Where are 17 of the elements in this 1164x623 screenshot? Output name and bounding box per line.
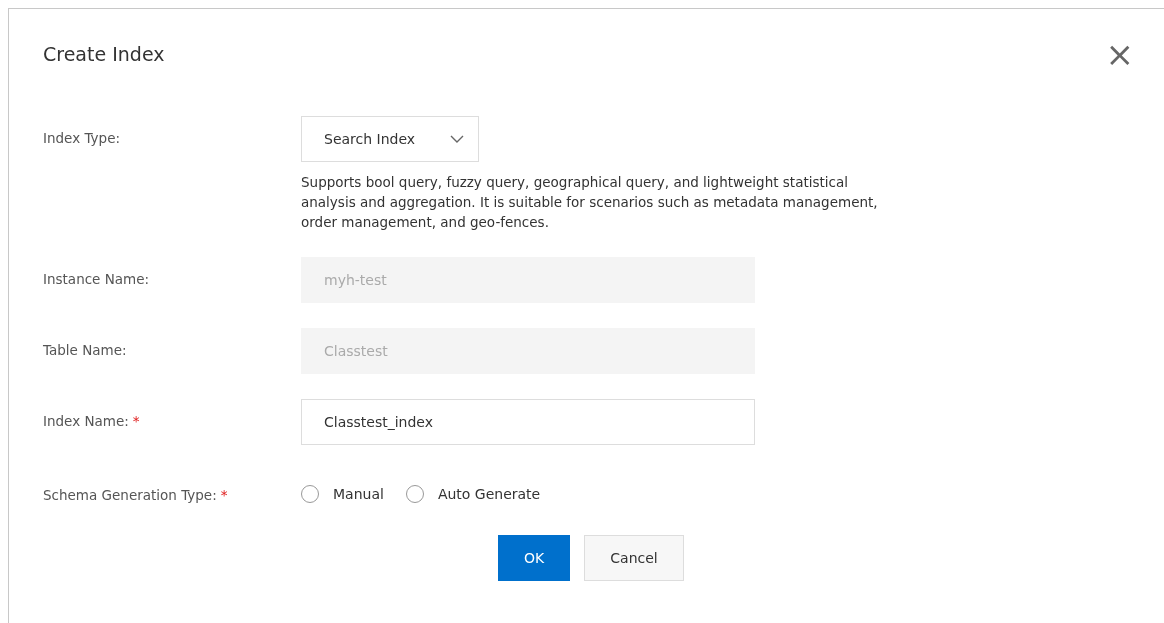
required-mark: * [132, 413, 140, 429]
field-label: Schema Generation Type: [43, 487, 217, 503]
caret-icon [450, 134, 464, 144]
dialog-title: Create Index [43, 43, 165, 65]
description-text: Supports bool query, fuzzy query, geographical query, and lightweight statistical analysis and aggregation. It is suitable for scenarios such as metadata management, order management, and geo-fences. [301, 173, 879, 232]
field-label: Index Type: [43, 130, 120, 146]
ok-button[interactable]: OK [498, 535, 570, 581]
index-type-select[interactable]: Search Index [301, 116, 479, 162]
field-label: Table Name: [43, 342, 127, 358]
text-field[interactable]: Classtest_index [301, 399, 755, 445]
field-label: Index Name: [43, 413, 129, 429]
field-label: Instance Name: [43, 271, 150, 287]
close-button[interactable]: × [1105, 37, 1134, 71]
radio-label[interactable]: Auto Generate [437, 486, 541, 502]
required-mark: * [220, 487, 228, 503]
radio-label[interactable]: Manual [333, 486, 384, 502]
cancel-button[interactable]: Cancel [584, 535, 684, 581]
